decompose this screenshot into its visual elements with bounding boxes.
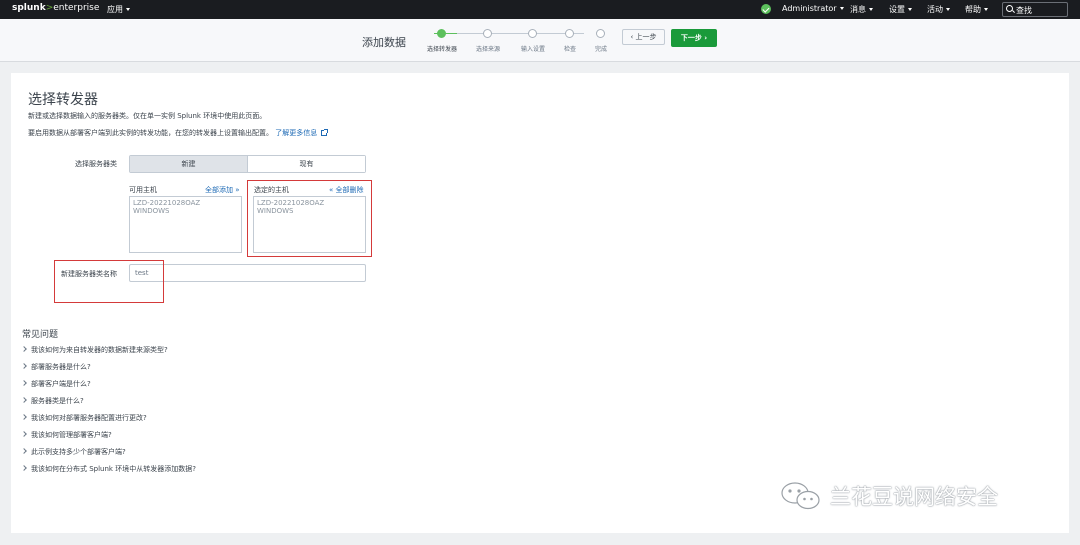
chevron-right-icon — [21, 363, 27, 369]
toggle-new[interactable]: 新建 — [130, 156, 248, 172]
faq-item-text: 部署客户端是什么? — [31, 380, 91, 388]
toggle-existing[interactable]: 现有 — [248, 156, 365, 172]
previous-button-label: 上一步 — [635, 33, 657, 41]
chevron-right-icon — [21, 380, 27, 386]
server-class-label: 选择服务器类 — [75, 160, 117, 168]
page-title: 选择转发器 — [28, 92, 98, 108]
help-menu-label: 帮助 — [965, 5, 981, 14]
faq-title: 常见问题 — [22, 330, 59, 340]
activity-menu-label: 活动 — [927, 5, 943, 14]
faq-item-text: 我该如何管理部署客户端? — [31, 431, 112, 439]
user-menu[interactable]: Administrator — [782, 4, 844, 13]
new-class-name-field[interactable]: test — [129, 264, 366, 282]
next-button-label: 下一步 — [680, 34, 702, 42]
settings-menu[interactable]: 设置 — [889, 4, 912, 15]
search-input[interactable]: 查找 — [1002, 2, 1068, 17]
wechat-logo-icon — [781, 482, 820, 510]
caret-down-icon — [984, 8, 988, 11]
page-description-forwarding: 要启用数据从部署客户端到此实例的转发功能，在您的转发器上设置输出配置。 了解更多… — [28, 128, 329, 138]
messages-menu-label: 消息 — [850, 5, 866, 14]
settings-menu-label: 设置 — [889, 5, 905, 14]
health-ok-icon[interactable] — [761, 4, 771, 14]
available-hosts-label: 可用主机 — [129, 186, 157, 194]
faq-item[interactable]: 服务器类是什么? — [21, 396, 84, 406]
available-hosts-list[interactable]: LZD-20221028OAZ WINDOWS — [129, 196, 242, 253]
previous-button[interactable]: ‹ 上一步 — [622, 29, 665, 45]
step-label: 检查 — [563, 46, 577, 53]
splunk-logo[interactable]: splunk>enterprise — [12, 3, 99, 13]
chevron-right-icon — [21, 465, 27, 471]
apps-menu[interactable]: 应用 — [107, 4, 130, 15]
faq-item-text: 我该如何为来自转发器的数据新建来源类型? — [31, 346, 168, 354]
step-dot — [596, 29, 605, 38]
faq-item[interactable]: 我该如何管理部署客户端? — [21, 430, 112, 440]
chevron-right-icon — [21, 431, 27, 437]
page-description: 新建或选择数据输入的服务器类。仅在单一实例 Splunk 环境中使用此页面。 — [28, 112, 267, 120]
help-menu[interactable]: 帮助 — [965, 4, 988, 15]
faq-item-text: 部署服务器是什么? — [31, 363, 91, 371]
top-navigation-bar: splunk>enterprise 应用 Administrator 消息 设置… — [0, 0, 1080, 19]
chevron-right-icon — [21, 397, 27, 403]
faq-item[interactable]: 我该如何在分布式 Splunk 环境中从转发器添加数据? — [21, 464, 196, 474]
main-panel: 选择转发器 新建或选择数据输入的服务器类。仅在单一实例 Splunk 环境中使用… — [11, 73, 1069, 533]
faq-item-text: 此示例支持多少个部署客户端? — [31, 448, 126, 456]
messages-menu[interactable]: 消息 — [850, 4, 873, 15]
faq-item[interactable]: 部署服务器是什么? — [21, 362, 91, 372]
logo-main-text: splunk — [12, 3, 46, 13]
step-label: 选择来源 — [475, 46, 501, 53]
caret-down-icon — [908, 8, 912, 11]
step-dot — [565, 29, 574, 38]
step-dot — [483, 29, 492, 38]
faq-item[interactable]: 部署客户端是什么? — [21, 379, 91, 389]
step-label: 选择转发器 — [426, 46, 458, 53]
server-class-toggle: 新建 现有 — [129, 155, 366, 173]
wizard-steps: 选择转发器 选择来源 输入设置 检查 完成 — [425, 29, 615, 59]
highlight-class-name — [54, 260, 164, 303]
external-link-icon — [321, 129, 329, 136]
faq-item[interactable]: 我该如何对部署服务器配置进行更改? — [21, 413, 147, 423]
apps-menu-label: 应用 — [107, 5, 123, 14]
faq-item[interactable]: 我该如何为来自转发器的数据新建来源类型? — [21, 345, 168, 355]
user-menu-label: Administrator — [782, 4, 837, 13]
learn-more-label: 了解更多信息 — [275, 129, 318, 137]
caret-down-icon — [869, 8, 873, 11]
faq-item-text: 服务器类是什么? — [31, 397, 84, 405]
watermark-text: 兰花豆说网络安全 — [830, 485, 998, 509]
chevron-right-icon — [21, 414, 27, 420]
chevron-right-icon — [21, 448, 27, 454]
wizard-header: 添加数据 选择转发器 选择来源 输入设置 检查 完成 ‹ 上一步 下一步 › — [0, 19, 1080, 62]
caret-down-icon — [839, 7, 844, 10]
faq-item-text: 我该如何在分布式 Splunk 环境中从转发器添加数据? — [31, 465, 196, 473]
highlight-selected-hosts — [247, 180, 372, 257]
forwarding-note: 要启用数据从部署客户端到此实例的转发功能，在您的转发器上设置输出配置。 — [28, 129, 273, 137]
faq-item-text: 我该如何对部署服务器配置进行更改? — [31, 414, 147, 422]
learn-more-link[interactable]: 了解更多信息 — [275, 129, 329, 137]
next-button[interactable]: 下一步 › — [671, 29, 717, 47]
search-icon — [1006, 5, 1013, 12]
faq-item[interactable]: 此示例支持多少个部署客户端? — [21, 447, 126, 457]
logo-product-text: enterprise — [53, 3, 100, 13]
step-label: 输入设置 — [520, 46, 546, 53]
search-placeholder: 查找 — [1016, 6, 1032, 15]
list-item[interactable]: LZD-20221028OAZ — [133, 199, 238, 207]
step-dot-active — [437, 29, 446, 38]
activity-menu[interactable]: 活动 — [927, 4, 950, 15]
step-dot — [528, 29, 537, 38]
chevron-right-icon — [21, 346, 27, 352]
caret-down-icon — [946, 8, 950, 11]
caret-down-icon — [126, 8, 130, 11]
wizard-title: 添加数据 — [362, 36, 406, 49]
add-all-link[interactable]: 全部添加 » — [205, 185, 240, 195]
step-label: 完成 — [594, 46, 608, 53]
list-item[interactable]: WINDOWS — [133, 207, 238, 215]
